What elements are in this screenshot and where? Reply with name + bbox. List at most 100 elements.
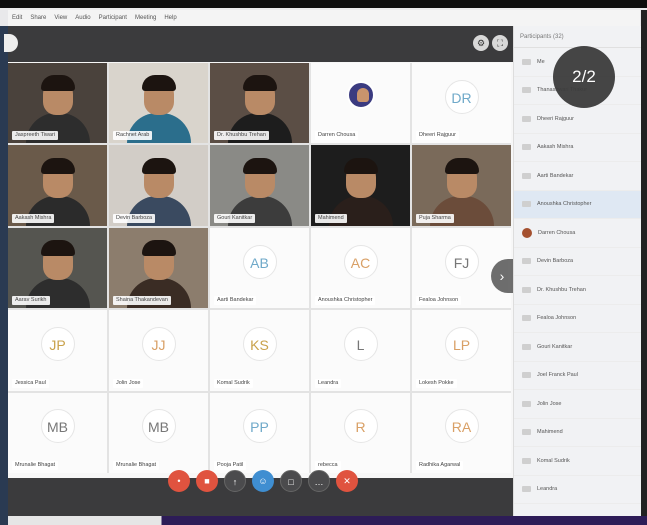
participant-tile[interactable]: Darren Chousa	[311, 63, 410, 144]
participant-name: Leandra	[315, 378, 342, 388]
participant-name: Jolin Jose	[113, 378, 144, 388]
participant-list-name: Aakash Mishra	[537, 144, 574, 151]
participant-list-item[interactable]: Joel Franck Paul	[514, 362, 641, 390]
menu-view[interactable]: View	[54, 15, 67, 21]
participant-tile[interactable]: L Leandra	[311, 310, 410, 391]
participant-tile[interactable]: Puja Sharma	[412, 145, 511, 226]
participant-tile[interactable]: Shaina Thakandevan	[109, 227, 208, 309]
desktop-edge	[0, 26, 8, 525]
participant-name: Jaspreeth Tiwari	[12, 131, 59, 141]
participant-tile[interactable]: PP Pooja Patil	[210, 392, 309, 473]
more-button[interactable]: …	[308, 470, 330, 492]
participant-list-item[interactable]: Leandra	[514, 476, 641, 504]
settings-icon[interactable]: ⚙	[473, 35, 489, 51]
video-button[interactable]: ■	[196, 470, 218, 492]
menu-audio[interactable]: Audio	[75, 15, 90, 21]
participant-tile[interactable]: Aarav Surikh	[8, 227, 107, 309]
participant-name: Mrunalie Bhagat	[113, 461, 160, 470]
participant-name: Puja Sharma	[416, 213, 454, 223]
participant-list-name: Fealoa Johnson	[537, 315, 577, 322]
participant-tile[interactable]: Rachnet Arab	[109, 63, 208, 144]
participant-list-item[interactable]: Fealoa Johnson	[514, 305, 641, 333]
participant-tile[interactable]: DR Dheeri Rajguur	[412, 63, 511, 144]
avatar-initials: MB	[40, 409, 75, 444]
share-button[interactable]: ↑	[224, 470, 246, 492]
participant-list-item[interactable]: Mahimend	[514, 419, 641, 447]
participant-tile[interactable]: Aakash Mishra	[8, 145, 107, 226]
menu-meeting[interactable]: Meeting	[135, 15, 156, 21]
participant-list-item[interactable]: Anoushka Christopher	[514, 190, 641, 219]
chat-button[interactable]: □	[280, 470, 302, 492]
participant-tile[interactable]: MB Mrunalie Bhagat	[109, 392, 208, 473]
camera-icon	[522, 486, 531, 493]
participant-list-item[interactable]: Jolin Jose	[514, 390, 641, 419]
participant-list-item[interactable]: Aakash Mishra	[514, 134, 641, 162]
participant-tile[interactable]: Dr. Khushbu Trehan	[210, 63, 309, 144]
avatar	[522, 227, 532, 238]
participant-list-name: Leandra	[537, 486, 558, 493]
participant-name: Lokesh Pokke	[416, 378, 457, 388]
menu-participant[interactable]: Participant	[99, 15, 127, 21]
avatar-initials: DR	[444, 79, 479, 114]
participant-list-item[interactable]: Devin Barboza	[514, 248, 641, 276]
participant-tile[interactable]: Gouri Kanitkar	[210, 145, 309, 226]
avatar	[346, 81, 375, 110]
collapse-handle[interactable]	[4, 34, 18, 52]
menu-help[interactable]: Help	[164, 15, 176, 21]
leave-button[interactable]: ✕	[336, 470, 358, 492]
avatar-initials: FJ	[444, 244, 479, 279]
participant-grid: Jaspreeth Tiwari Rachnet Arab Dr. Khushbu …	[8, 63, 511, 473]
participant-tile[interactable]: Devin Barboza	[109, 145, 208, 226]
participants-header: Participants (32)	[514, 26, 641, 48]
video-area: ⚙ ⛶ Jaspreeth Tiwari Rachnet Arab Dr. Khus…	[4, 26, 513, 516]
participant-name: Rachnet Arab	[113, 131, 153, 141]
avatar-initials: JJ	[141, 326, 176, 361]
menu-share[interactable]: Share	[30, 15, 46, 21]
participant-tile[interactable]: JJ Jolin Jose	[109, 310, 208, 391]
participant-name: Aarav Surikh	[12, 296, 50, 306]
avatar-initials: RA	[444, 409, 479, 444]
participant-list-name: Me	[537, 58, 545, 65]
camera-icon	[522, 400, 531, 407]
participant-list-item[interactable]: Komal Sudrik	[514, 447, 641, 476]
avatar-initials: PP	[242, 409, 277, 444]
frame-top	[0, 0, 647, 8]
participant-tile[interactable]: AC Anoushka Christopher	[311, 227, 410, 309]
menu-edit[interactable]: Edit	[12, 15, 22, 21]
participant-list-name: Mahimend	[537, 429, 563, 436]
menu-bar: Edit Share View Audio Participant Meetin…	[8, 10, 640, 26]
participant-list-item[interactable]: Darren Chousa	[514, 219, 641, 248]
avatar-initials: JP	[40, 326, 75, 361]
participant-list-item[interactable]: Gouri Kanitkar	[514, 333, 641, 362]
participant-tile[interactable]: JP Jessica Paul	[8, 310, 107, 391]
participant-name: Gouri Kanitkar	[214, 213, 256, 223]
fullscreen-icon[interactable]: ⛶	[492, 35, 508, 51]
participant-tile[interactable]: AB Aarti Bandekar	[210, 227, 309, 309]
participant-tile[interactable]: Rrebecca	[311, 392, 410, 473]
camera-icon	[522, 372, 531, 379]
participant-tile[interactable]: Mahimend	[311, 145, 410, 226]
mic-button[interactable]: •	[168, 470, 190, 492]
taskbar	[8, 516, 647, 525]
camera-icon	[522, 58, 531, 65]
participant-name: Mahimend	[315, 213, 347, 223]
participant-tile[interactable]: KS Komal Sudrik	[210, 310, 309, 391]
page-indicator: 2/2	[553, 46, 615, 108]
participant-list-item[interactable]: Dheeri Rajguur	[514, 105, 641, 134]
participant-list-item[interactable]: Aarti Bandekar	[514, 162, 641, 191]
participant-list-item[interactable]: Dr. Khushbu Trehan	[514, 276, 641, 305]
participant-name: Jessica Paul	[12, 378, 49, 388]
avatar-initials: R	[343, 409, 378, 444]
participant-name: Fealoa Johnson	[416, 296, 462, 306]
participant-list-name: Darren Chousa	[538, 229, 576, 236]
participant-tile[interactable]: MB Mrunalie Bhagat	[8, 392, 107, 473]
participants-button[interactable]: ☺	[252, 470, 274, 492]
camera-icon	[522, 87, 531, 94]
camera-icon	[522, 115, 531, 122]
participant-tile[interactable]: LP Lokesh Pokke	[412, 310, 511, 391]
participant-list-name: Komal Sudrik	[537, 457, 570, 464]
participant-name: Aarti Bandekar	[214, 296, 257, 306]
participant-tile[interactable]: RA Radhika Agarwal	[412, 392, 511, 473]
participant-tile[interactable]: Jaspreeth Tiwari	[8, 63, 107, 144]
participant-list-name: Devin Barboza	[537, 258, 574, 265]
